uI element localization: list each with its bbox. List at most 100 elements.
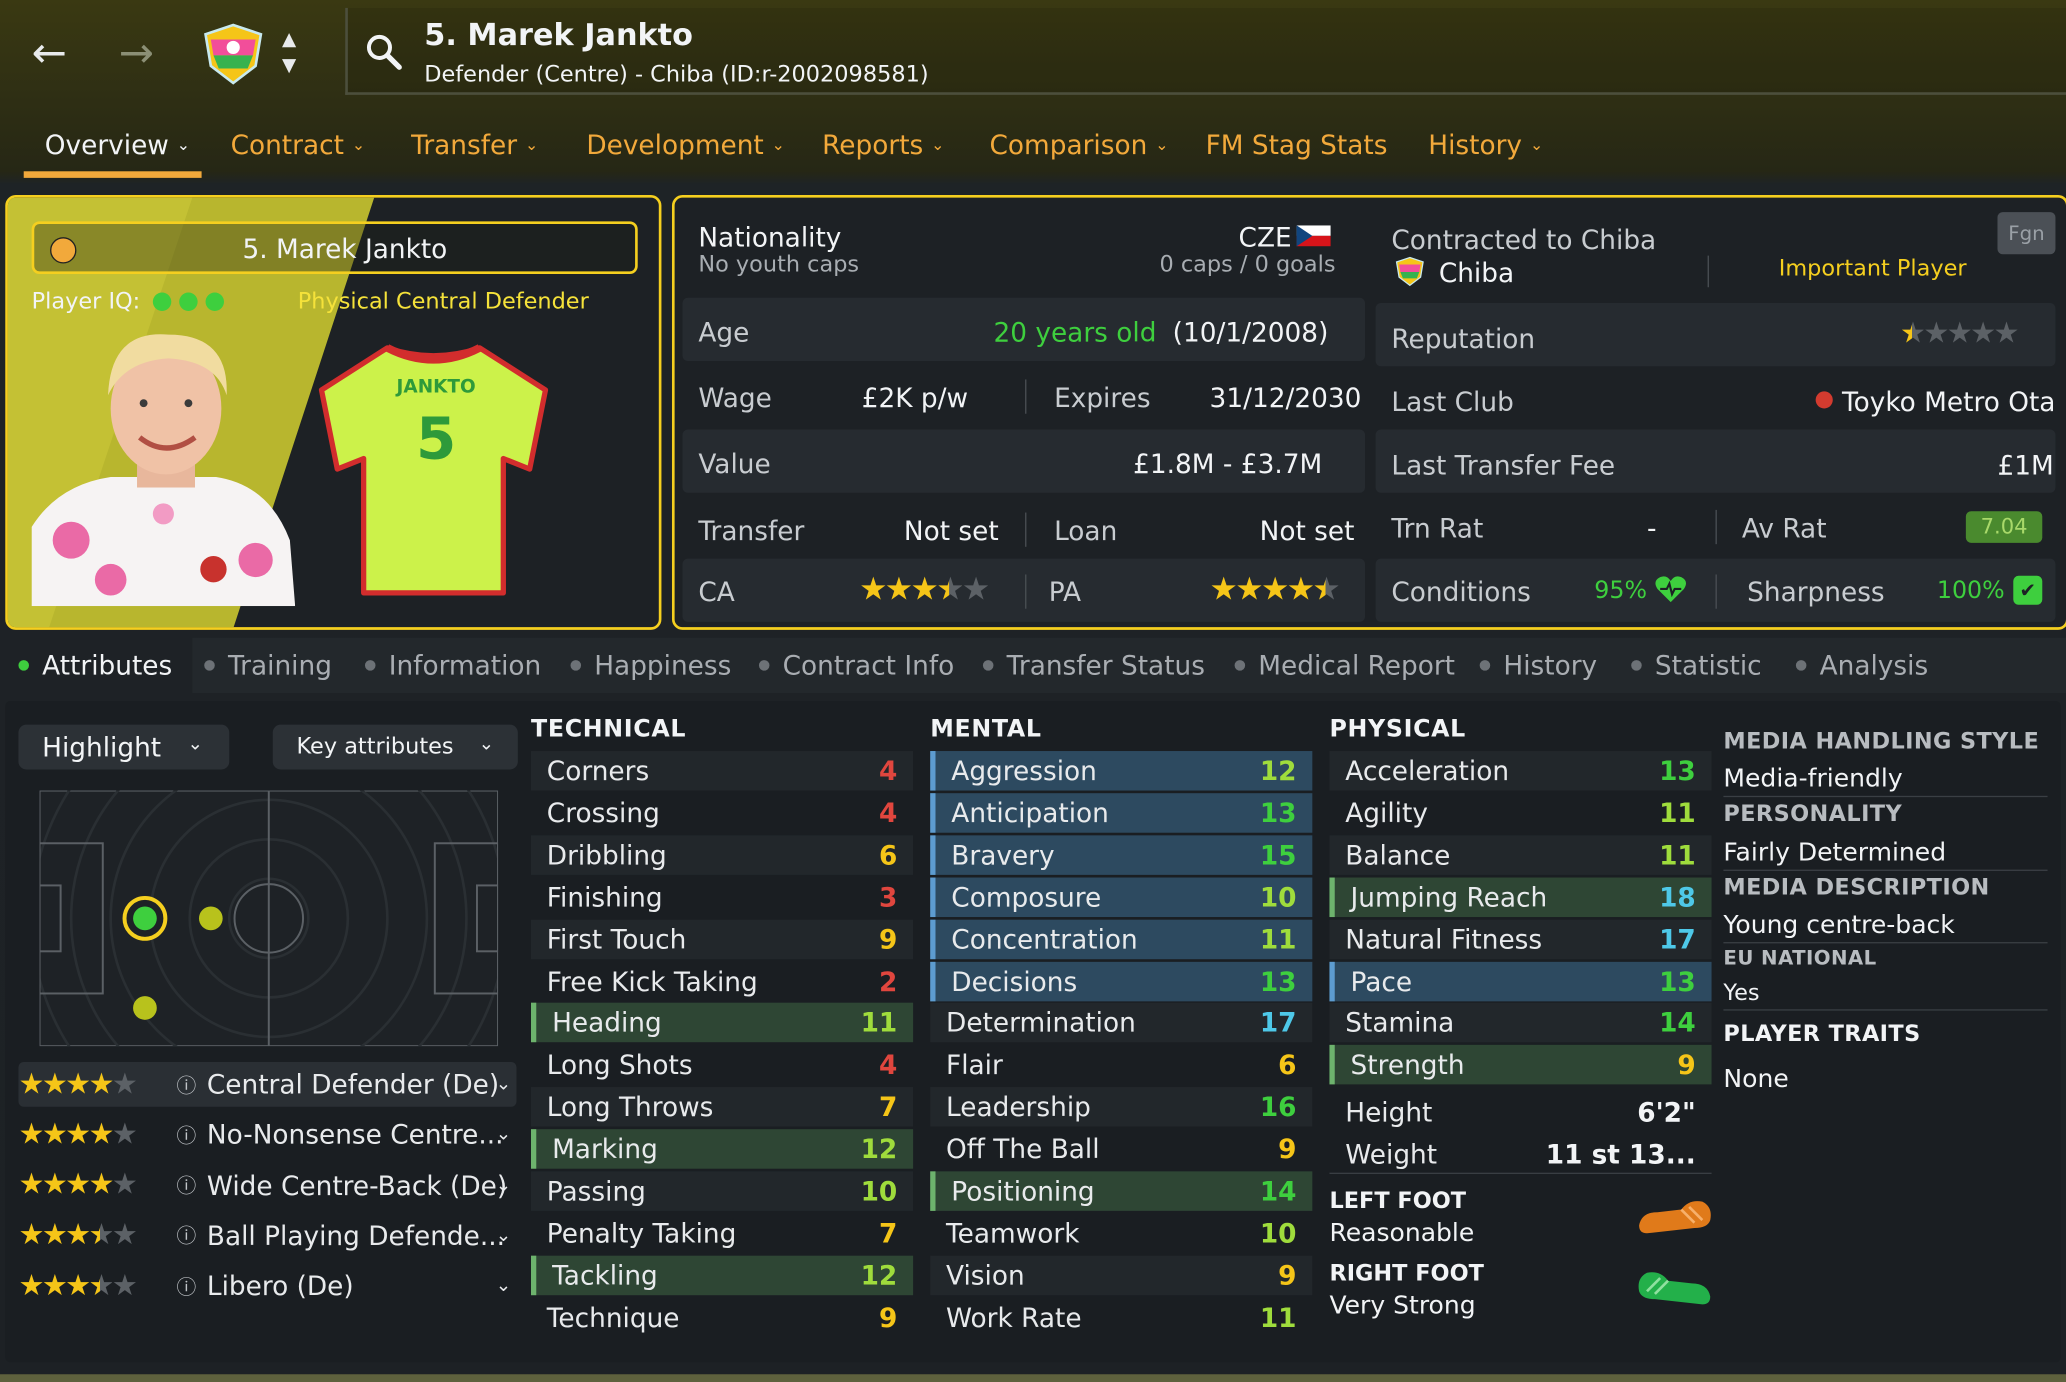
attribute-row-teamwork[interactable]: Teamwork 10 — [930, 1213, 1312, 1253]
secondary-position-marker[interactable] — [198, 906, 223, 931]
forward-button[interactable]: → — [119, 32, 154, 74]
secondary-position-marker[interactable] — [133, 996, 157, 1020]
attribute-row-long-shots[interactable]: Long Shots 4 — [531, 1045, 913, 1085]
info-icon[interactable]: ⓘ — [177, 1222, 197, 1250]
attribute-row-marking[interactable]: Marking 12 — [530, 1129, 914, 1169]
attribute-name: Crossing — [546, 797, 660, 829]
attribute-row-penalty-taking[interactable]: Penalty Taking 7 — [531, 1213, 913, 1253]
youth-caps: No youth caps — [698, 251, 860, 279]
attribute-row-balance[interactable]: Balance 11 — [1329, 835, 1712, 875]
role-row[interactable]: ★★★★★ ⓘ No-Nonsense Centre... ⌄ — [18, 1112, 516, 1157]
squad-status: Important Player — [1778, 255, 1967, 282]
attribute-name: Natural Fitness — [1345, 923, 1543, 955]
attribute-row-concentration[interactable]: Concentration 11 — [930, 919, 1313, 959]
subtab-attributes[interactable]: Attributes — [18, 650, 172, 681]
info-icon[interactable]: ⓘ — [177, 1121, 197, 1149]
tab-history[interactable]: History ⌄ — [1428, 129, 1543, 161]
value-value: £1.8M - £3.7M — [1133, 447, 1323, 480]
attribute-row-long-throws[interactable]: Long Throws 7 — [530, 1087, 914, 1127]
attribute-row-determination[interactable]: Determination 17 — [930, 1003, 1313, 1043]
last-club-value[interactable]: Toyko Metro Ota — [1842, 386, 2055, 418]
chevron-down-icon[interactable]: ⌄ — [496, 1276, 511, 1297]
info-icon[interactable]: ⓘ — [177, 1071, 197, 1099]
subtab-training[interactable]: Training — [204, 650, 332, 681]
attribute-row-bravery[interactable]: Bravery 15 — [930, 835, 1313, 875]
attribute-value: 9 — [1677, 1049, 1696, 1081]
attribute-row-natural-fitness[interactable]: Natural Fitness 17 — [1329, 919, 1712, 959]
attribute-row-passing[interactable]: Passing 10 — [530, 1171, 914, 1211]
subtab-history[interactable]: History — [1479, 649, 1598, 682]
attribute-row-composure[interactable]: Composure 10 — [930, 877, 1313, 917]
attribute-row-technique[interactable]: Technique 9 — [531, 1297, 913, 1337]
tab-label: Comparison — [989, 129, 1148, 161]
attribute-row-positioning[interactable]: Positioning 14 — [930, 1171, 1313, 1211]
role-row[interactable]: ★★★★★ ⓘ Wide Centre-Back (De) ⌄ — [18, 1163, 516, 1208]
club-badge-icon[interactable] — [200, 21, 266, 87]
attribute-row-pace[interactable]: Pace 13 — [1329, 961, 1712, 1001]
key-attributes-dropdown[interactable]: Key attributes ⌄ — [272, 724, 518, 770]
tab-development[interactable]: Development ⌄ — [586, 129, 785, 161]
role-row[interactable]: ★★★★★ ⓘ Central Defender (De) ⌄ — [18, 1061, 517, 1107]
subtab-medical-report[interactable]: Medical Report — [1234, 650, 1455, 681]
role-stars: ★★★★★ — [18, 1219, 171, 1252]
player-switch-arrows[interactable]: ▲ ▼ — [282, 26, 296, 79]
chevron-down-icon[interactable]: ⌄ — [496, 1124, 511, 1145]
attribute-row-first-touch[interactable]: First Touch 9 — [530, 919, 914, 959]
attribute-row-acceleration[interactable]: Acceleration 13 — [1329, 751, 1712, 791]
ca-stars: ★★★★★ — [859, 571, 990, 608]
technical-header: TECHNICAL — [530, 715, 687, 744]
back-button[interactable]: ← — [32, 32, 67, 74]
attribute-name: Leadership — [946, 1091, 1091, 1123]
attribute-row-dribbling[interactable]: Dribbling 6 — [530, 835, 914, 875]
attribute-name: Flair — [946, 1049, 1003, 1081]
club-name[interactable]: Chiba — [1439, 257, 1514, 289]
subtab-label: History — [1503, 649, 1598, 682]
attribute-value: 4 — [878, 754, 898, 787]
tab-overview[interactable]: Overview ⌄ — [45, 129, 190, 161]
attribute-row-corners[interactable]: Corners 4 — [530, 751, 914, 791]
chevron-down-icon: ⌄ — [1155, 135, 1169, 155]
attribute-row-off-the-ball[interactable]: Off The Ball 9 — [930, 1129, 1312, 1169]
subtab-analysis[interactable]: Analysis — [1795, 650, 1928, 681]
subtab-happiness[interactable]: Happiness — [570, 650, 731, 681]
attribute-row-work-rate[interactable]: Work Rate 11 — [930, 1297, 1312, 1337]
natural-position-marker[interactable] — [122, 895, 168, 941]
attribute-name: Aggression — [951, 754, 1097, 787]
heart-icon — [1655, 574, 1687, 608]
fgn-button[interactable]: Fgn — [1997, 212, 2056, 255]
info-icon[interactable]: ⓘ — [177, 1171, 197, 1199]
chevron-down-icon[interactable]: ⌄ — [496, 1175, 511, 1196]
attribute-row-anticipation[interactable]: Anticipation 13 — [930, 793, 1313, 833]
tab-comparison[interactable]: Comparison ⌄ — [990, 129, 1169, 161]
attribute-row-decisions[interactable]: Decisions 13 — [930, 961, 1313, 1001]
role-row[interactable]: ★★★★★ ⓘ Libero (De) ⌄ — [18, 1264, 516, 1309]
attribute-row-heading[interactable]: Heading 11 — [530, 1003, 914, 1043]
attribute-row-finishing[interactable]: Finishing 3 — [531, 877, 913, 917]
attribute-row-stamina[interactable]: Stamina 14 — [1329, 1003, 1712, 1043]
attribute-row-leadership[interactable]: Leadership 16 — [930, 1087, 1313, 1127]
subtab-contract-info[interactable]: Contract Info — [758, 650, 954, 681]
star-icon: ★ — [41, 1118, 68, 1152]
subtab-information[interactable]: Information — [364, 650, 541, 681]
highlight-dropdown[interactable]: Highlight ⌄ — [18, 724, 230, 770]
attribute-row-aggression[interactable]: Aggression 12 — [930, 751, 1313, 791]
subtab-statistic[interactable]: Statistic — [1631, 650, 1762, 681]
chevron-down-icon[interactable]: ⌄ — [496, 1074, 511, 1095]
attribute-row-vision[interactable]: Vision 9 — [930, 1255, 1313, 1295]
attribute-row-jumping-reach[interactable]: Jumping Reach 18 — [1329, 877, 1712, 917]
tab-reports[interactable]: Reports ⌄ — [822, 129, 944, 161]
tab-contract[interactable]: Contract ⌄ — [231, 129, 366, 161]
attribute-row-flair[interactable]: Flair 6 — [930, 1045, 1312, 1085]
attribute-row-tackling[interactable]: Tackling 12 — [530, 1255, 914, 1295]
role-row[interactable]: ★★★★★ ⓘ Ball Playing Defende... ⌄ — [18, 1213, 516, 1258]
info-icon[interactable]: ⓘ — [177, 1272, 197, 1300]
chevron-down-icon[interactable]: ⌄ — [496, 1225, 511, 1246]
tab-transfer[interactable]: Transfer ⌄ — [411, 129, 538, 161]
attribute-row-crossing[interactable]: Crossing 4 — [531, 793, 913, 833]
tab-fm-stag-stats[interactable]: FM Stag Stats — [1206, 129, 1388, 161]
subtab-transfer-status[interactable]: Transfer Status — [982, 650, 1205, 681]
attribute-row-agility[interactable]: Agility 11 — [1329, 793, 1711, 833]
attribute-row-strength[interactable]: Strength 9 — [1329, 1045, 1712, 1085]
attribute-row-free-kick-taking[interactable]: Free Kick Taking 2 — [531, 961, 913, 1001]
search-icon[interactable] — [364, 32, 404, 77]
